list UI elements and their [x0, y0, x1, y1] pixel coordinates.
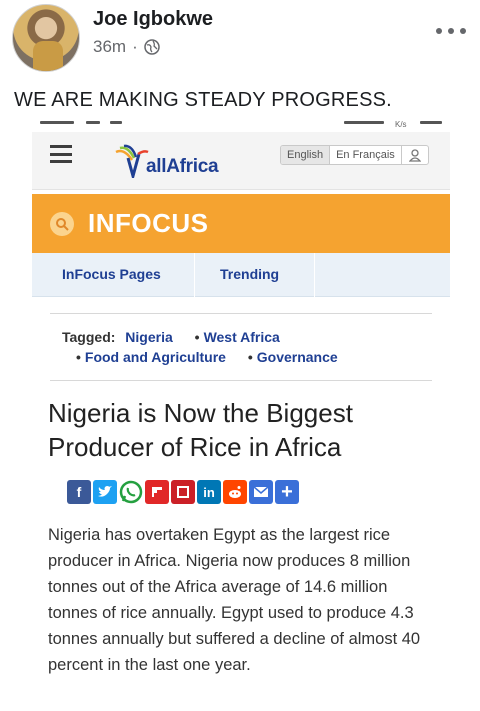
reddit-share-icon[interactable] — [223, 480, 247, 504]
article-body: Nigeria has overtaken Egypt as the large… — [48, 526, 421, 674]
language-switcher: English En Français — [280, 145, 429, 165]
network-speed: K/s — [395, 120, 407, 129]
post-meta: 36m · — [93, 37, 160, 57]
article-headline: Nigeria is Now the Biggest Producer of R… — [48, 398, 353, 462]
tag-bullet: • — [194, 329, 200, 345]
tab-infocus-pages[interactable]: InFocus Pages — [62, 266, 161, 282]
site-header: allAfrica English En Français — [32, 132, 450, 190]
tag-bullet: • — [76, 349, 81, 365]
share-bar: f in + — [67, 480, 299, 504]
subnav-divider — [314, 253, 315, 297]
pinterest-share-icon[interactable] — [171, 480, 195, 504]
article-screenshot[interactable]: K/s allAfrica English En Français INFOCU… — [32, 118, 450, 711]
twitter-share-icon[interactable] — [93, 480, 117, 504]
post-header: Joe Igbokwe 36m · — [0, 0, 480, 80]
tag-label: Tagged: — [62, 329, 116, 345]
user-icon[interactable] — [402, 146, 428, 164]
tag-list: Tagged: Nigeria • West Africa • Food and A… — [50, 313, 432, 381]
lang-english-button[interactable]: English — [281, 146, 331, 164]
meta-separator: · — [132, 37, 138, 56]
more-options-icon[interactable] — [436, 24, 466, 38]
globe-icon[interactable] — [144, 39, 160, 55]
tag-west-africa[interactable]: West Africa — [204, 329, 280, 345]
tag-nigeria[interactable]: Nigeria — [125, 329, 172, 345]
subnav: InFocus Pages Trending — [32, 253, 450, 297]
more-share-icon[interactable]: + — [275, 480, 299, 504]
post-time[interactable]: 36m — [93, 37, 126, 57]
search-icon — [50, 212, 74, 236]
tag-governance[interactable]: Governance — [257, 349, 338, 365]
status-bar-fragment: K/s — [32, 118, 450, 132]
post-text: WE ARE MAKING STEADY PROGRESS. — [14, 89, 392, 111]
subnav-divider — [194, 253, 195, 297]
email-share-icon[interactable] — [249, 480, 273, 504]
whatsapp-share-icon[interactable] — [119, 480, 143, 504]
allafrica-logo[interactable]: allAfrica — [114, 142, 219, 178]
avatar[interactable] — [12, 4, 80, 72]
linkedin-share-icon[interactable]: in — [197, 480, 221, 504]
tag-food-agriculture[interactable]: Food and Agriculture — [85, 349, 226, 365]
tab-trending[interactable]: Trending — [220, 266, 279, 282]
facebook-share-icon[interactable]: f — [67, 480, 91, 504]
menu-icon[interactable] — [50, 145, 72, 163]
section-title: INFOCUS — [88, 208, 209, 238]
tag-bullet: • — [247, 349, 253, 365]
tag-line: • Food and Agriculture • Governance — [76, 349, 338, 365]
author-name[interactable]: Joe Igbokwe — [93, 8, 213, 31]
logo-mark-icon — [115, 144, 149, 178]
logo-text: allAfrica — [146, 156, 219, 177]
tag-line: Tagged: Nigeria • West Africa — [62, 329, 280, 345]
flipboard-share-icon[interactable] — [145, 480, 169, 504]
infocus-banner: INFOCUS — [32, 194, 450, 253]
lang-french-button[interactable]: En Français — [330, 146, 402, 164]
